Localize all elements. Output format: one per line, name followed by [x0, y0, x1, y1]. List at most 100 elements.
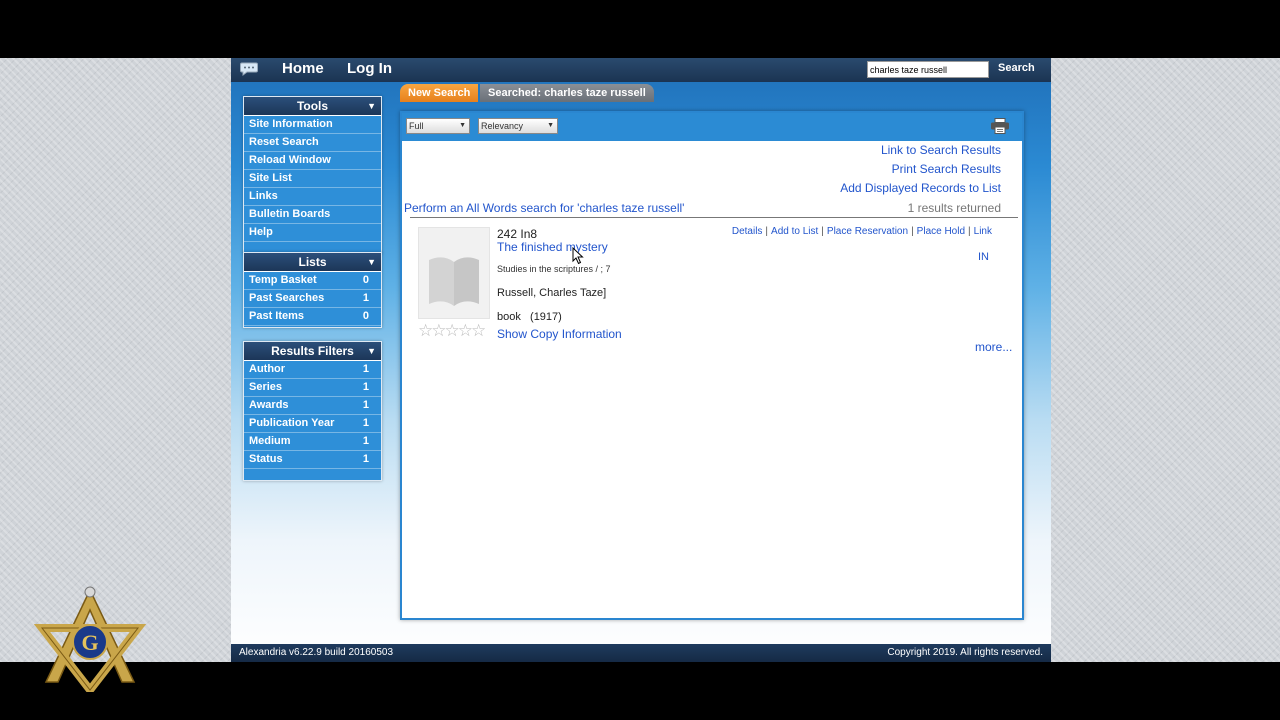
book-thumbnail[interactable] [418, 227, 490, 319]
star-icon[interactable]: ☆ [445, 321, 460, 340]
view-select-value: Full [409, 121, 424, 131]
sidebar-item-reload-window[interactable]: Reload Window [244, 152, 381, 170]
results-filters-panel: Results Filters ▼ Author 1 Series 1 Awards… [243, 341, 382, 481]
sort-select[interactable]: Relevancy ▼ [478, 118, 558, 134]
printer-icon[interactable] [990, 118, 1010, 134]
filter-awards[interactable]: Awards 1 [244, 397, 381, 415]
item-label: Medium [249, 435, 291, 447]
collapse-arrow-icon[interactable]: ▼ [367, 97, 376, 115]
sidebar-item-help[interactable]: Help [244, 224, 381, 242]
tab-new-search[interactable]: New Search [400, 84, 479, 102]
lists-title: Lists [298, 255, 327, 269]
rating-stars[interactable]: ☆☆☆☆☆ [418, 321, 486, 341]
place-reservation-link[interactable]: Place Reservation [827, 226, 908, 237]
add-displayed-records[interactable]: Add Displayed Records to List [840, 181, 1001, 195]
view-select[interactable]: Full ▼ [406, 118, 470, 134]
sidebar-item-reset-search[interactable]: Reset Search [244, 134, 381, 152]
record-year: (1917) [530, 311, 562, 323]
item-label: Publication Year [249, 417, 335, 429]
chevron-down-icon: ▼ [459, 122, 466, 129]
item-label: Author [249, 363, 286, 375]
show-copy-information-link[interactable]: Show Copy Information [497, 327, 622, 341]
record-actions: Details | Add to List | Place Reservation | Pl… [732, 226, 992, 237]
divider [410, 217, 1018, 218]
top-bar: Home Log In Search [231, 58, 1051, 82]
sidebar-item-temp-basket[interactable]: Temp Basket 0 [244, 272, 381, 290]
filter-author[interactable]: Author 1 [244, 361, 381, 379]
record-series: Studies in the scriptures / ; 7 [497, 264, 611, 274]
lists-header[interactable]: Lists ▼ [244, 253, 381, 272]
results-count: 1 results returned [907, 201, 1001, 215]
lists-panel: Lists ▼ Temp Basket 0 Past Searches 1 Past… [243, 252, 382, 328]
star-icon[interactable]: ☆ [471, 321, 486, 340]
results-toolbar: Full ▼ Relevancy ▼ [402, 113, 1022, 141]
item-count: 0 [362, 274, 369, 286]
filter-medium[interactable]: Medium 1 [244, 433, 381, 451]
mouse-cursor-icon [572, 247, 584, 265]
collapse-arrow-icon[interactable]: ▼ [367, 253, 376, 271]
separator: | [765, 226, 769, 237]
filter-publication-year[interactable]: Publication Year 1 [244, 415, 381, 433]
sidebar-item-past-searches[interactable]: Past Searches 1 [244, 290, 381, 308]
status-badge[interactable]: IN [978, 251, 989, 263]
star-icon[interactable]: ☆ [418, 321, 433, 340]
item-count: 1 [362, 381, 369, 393]
star-icon[interactable]: ☆ [431, 321, 446, 340]
tools-header[interactable]: Tools ▼ [244, 97, 381, 116]
filter-status[interactable]: Status 1 [244, 451, 381, 469]
filters-title: Results Filters [271, 344, 354, 358]
sidebar-item-site-list[interactable]: Site List [244, 170, 381, 188]
sidebar-item-bulletin-boards[interactable]: Bulletin Boards [244, 206, 381, 224]
tools-title: Tools [296, 99, 329, 113]
item-count: 1 [362, 435, 369, 447]
link-to-search-results[interactable]: Link to Search Results [881, 143, 1001, 157]
results-panel: Full ▼ Relevancy ▼ Link to Search Results … [400, 111, 1024, 620]
tab-searched[interactable]: Searched: charles taze russell [480, 84, 654, 102]
item-count: 1 [362, 417, 369, 429]
sidebar-item-links[interactable]: Links [244, 188, 381, 206]
item-count: 0 [362, 310, 369, 322]
footer: Alexandria v6.22.9 build 20160503 Copyri… [231, 644, 1051, 662]
item-count: 1 [362, 453, 369, 465]
separator: | [968, 226, 971, 237]
filters-header[interactable]: Results Filters ▼ [244, 342, 381, 361]
home-link[interactable]: Home [282, 60, 324, 77]
record-link[interactable]: Link [974, 226, 992, 237]
separator: | [821, 226, 824, 237]
record-author: Russell, Charles Taze] [497, 287, 607, 299]
item-count: 1 [362, 292, 369, 304]
masonic-emblem: G [34, 586, 146, 692]
record-title-link[interactable]: The finished mystery [497, 240, 608, 254]
chat-icon[interactable] [240, 62, 258, 76]
tools-panel: Tools ▼ Site Information Reset Search Re… [243, 96, 382, 254]
place-hold-link[interactable]: Place Hold [917, 226, 965, 237]
filter-series[interactable]: Series 1 [244, 379, 381, 397]
login-link[interactable]: Log In [347, 60, 392, 77]
svg-text:G: G [81, 630, 98, 655]
sort-select-value: Relevancy [481, 121, 524, 131]
item-label: Status [249, 453, 283, 465]
item-label: Temp Basket [249, 274, 317, 286]
book-icon [429, 257, 479, 306]
item-count: 1 [362, 399, 369, 411]
sidebar-item-past-items[interactable]: Past Items 0 [244, 308, 381, 326]
all-words-search-link[interactable]: Perform an All Words search for 'charles… [404, 201, 684, 215]
more-link[interactable]: more... [975, 340, 1012, 354]
copyright-text: Copyright 2019. All rights reserved. [887, 647, 1043, 658]
call-number: 242 In8 [497, 227, 538, 241]
search-input[interactable] [867, 61, 989, 78]
star-icon[interactable]: ☆ [458, 321, 473, 340]
format-type: book [497, 311, 521, 323]
version-text: Alexandria v6.22.9 build 20160503 [239, 647, 394, 658]
item-label: Awards [249, 399, 289, 411]
details-link[interactable]: Details [732, 226, 763, 237]
print-search-results[interactable]: Print Search Results [892, 162, 1001, 176]
search-button[interactable]: Search [998, 62, 1035, 74]
add-to-list-link[interactable]: Add to List [771, 226, 818, 237]
item-label: Series [249, 381, 283, 393]
item-count: 1 [362, 363, 369, 375]
collapse-arrow-icon[interactable]: ▼ [367, 342, 376, 360]
sidebar-item-site-information[interactable]: Site Information [244, 116, 381, 134]
chevron-down-icon: ▼ [547, 122, 554, 129]
background: Home Log In Search Tools ▼ Site Informat… [0, 58, 1280, 662]
